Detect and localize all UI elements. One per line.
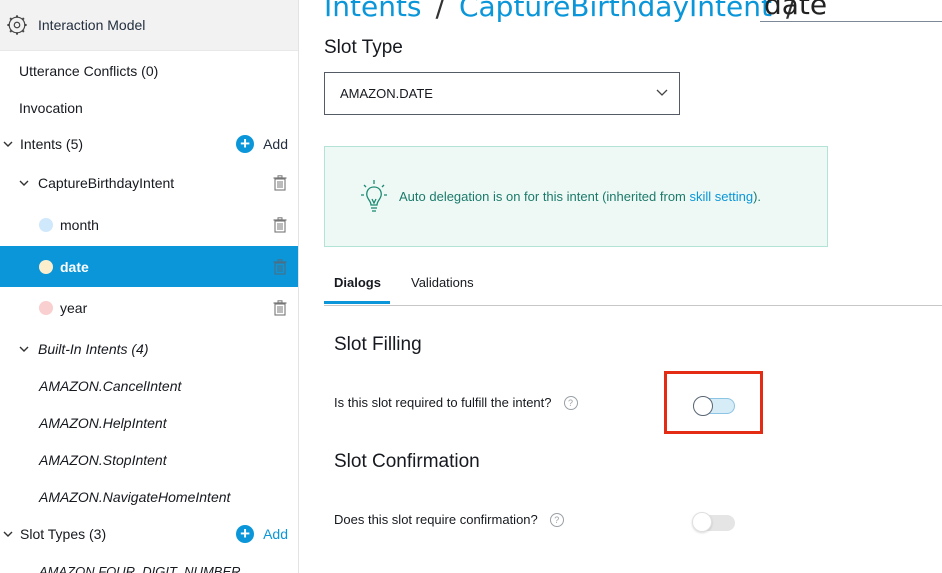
slot-confirmation-toggle[interactable] [692, 512, 735, 532]
tab-dialogs[interactable]: Dialogs [334, 275, 381, 290]
sidebar-item-label: Built-In Intents (4) [38, 341, 149, 357]
sidebar-item-invocation[interactable]: Invocation [0, 97, 298, 119]
sidebar-header[interactable]: Interaction Model [0, 0, 298, 51]
chevron-down-icon[interactable] [2, 528, 14, 540]
sidebar-item-label: AMAZON.NavigateHomeIntent [39, 489, 231, 505]
sidebar-item-label: AMAZON.StopIntent [39, 452, 167, 468]
slot-filling-title: Slot Filling [334, 334, 422, 355]
slot-type-select[interactable]: AMAZON.DATE [324, 72, 680, 115]
trash-icon[interactable] [273, 217, 287, 233]
active-tab-indicator [324, 301, 390, 304]
auto-delegation-text-before: Auto delegation is on for this intent (i… [399, 189, 690, 204]
trash-icon[interactable] [273, 175, 287, 191]
sidebar: Interaction Model Utterance Conflicts (0… [0, 0, 299, 573]
trash-icon[interactable] [273, 258, 287, 275]
sidebar-item-builtin[interactable]: AMAZON.HelpIntent [0, 412, 298, 434]
chevron-down-icon[interactable] [2, 138, 14, 150]
sidebar-item-label: year [60, 300, 88, 316]
sidebar-item-slot-type[interactable]: AMAZON.FOUR_DIGIT_NUMBER [0, 560, 298, 573]
sidebar-item-label: Utterance Conflicts (0) [19, 63, 159, 79]
chevron-down-icon[interactable] [18, 177, 30, 189]
gear-icon [7, 15, 27, 35]
sidebar-item-label: date [60, 258, 89, 275]
sidebar-item-builtin[interactable]: AMAZON.NavigateHomeIntent [0, 486, 298, 508]
sidebar-header-title: Interaction Model [38, 17, 146, 33]
slot-confirmation-label: Does this slot require confirmation? [334, 512, 538, 527]
sidebar-item-label: month [60, 217, 99, 233]
toggle-knob [692, 512, 712, 532]
sidebar-item-label: Intents (5) [20, 136, 84, 152]
breadcrumb: Intents / CaptureBirthdayIntent / [324, 0, 809, 23]
sidebar-item-label: AMAZON.HelpIntent [39, 415, 167, 431]
sidebar-slot-date[interactable]: date [0, 246, 298, 287]
slot-required-question: Is this slot required to fulfill the int… [334, 395, 578, 410]
slot-color-dot [39, 218, 53, 232]
plus-circle-icon: + [236, 525, 255, 543]
plus-circle-icon: + [236, 135, 255, 153]
sidebar-item-builtin-intents[interactable]: Built-In Intents (4) [0, 338, 298, 360]
help-icon[interactable]: ? [549, 512, 564, 527]
slot-type-title: Slot Type [324, 37, 403, 58]
sidebar-item-slot-types[interactable]: Slot Types (3) + Add [0, 523, 298, 545]
slot-confirmation-title: Slot Confirmation [334, 451, 480, 472]
sidebar-item-intents[interactable]: Intents (5) + Add [0, 133, 298, 155]
sidebar-item-label: AMAZON.CancelIntent [39, 378, 182, 394]
breadcrumb-intent-link[interactable]: CaptureBirthdayIntent [459, 0, 772, 23]
sidebar-item-capture-birthday-intent[interactable]: CaptureBirthdayIntent [0, 172, 298, 194]
trash-icon[interactable] [273, 300, 287, 316]
chevron-down-icon[interactable] [18, 343, 30, 355]
lightbulb-icon [361, 179, 387, 212]
highlight-box [664, 371, 763, 434]
sidebar-item-label: AMAZON.FOUR_DIGIT_NUMBER [39, 563, 241, 573]
slot-required-label: Is this slot required to fulfill the int… [334, 395, 552, 410]
chevron-down-icon [656, 89, 668, 96]
sidebar-item-utterance-conflicts[interactable]: Utterance Conflicts (0) [0, 60, 298, 82]
sidebar-item-builtin[interactable]: AMAZON.CancelIntent [0, 375, 298, 397]
add-slot-type-label: Add [263, 526, 288, 542]
sidebar-item-builtin[interactable]: AMAZON.StopIntent [0, 449, 298, 471]
sidebar-item-label: CaptureBirthdayIntent [38, 175, 175, 191]
tab-validations[interactable]: Validations [411, 275, 474, 290]
slot-confirmation-question: Does this slot require confirmation? ? [334, 512, 564, 527]
slot-color-dot [39, 259, 53, 274]
add-intent-label: Add [263, 136, 288, 152]
sidebar-slot-year[interactable]: year [0, 297, 298, 319]
slot-type-selected-value: AMAZON.DATE [340, 86, 433, 101]
auto-delegation-notice: Auto delegation is on for this intent (i… [324, 146, 828, 247]
add-intent-button[interactable]: + Add [236, 135, 288, 153]
sidebar-item-label: Slot Types (3) [20, 526, 107, 542]
auto-delegation-text: Auto delegation is on for this intent (i… [399, 189, 761, 204]
tab-bar: Dialogs Validations [324, 268, 942, 306]
auto-delegation-text-after: ). [753, 189, 762, 204]
add-slot-type-button[interactable]: + Add [236, 525, 288, 543]
slot-color-dot [39, 301, 53, 315]
help-icon[interactable]: ? [563, 395, 578, 410]
skill-setting-link[interactable]: skill setting [690, 189, 754, 204]
sidebar-slot-month[interactable]: month [0, 214, 298, 236]
breadcrumb-intents-link[interactable]: Intents [324, 0, 422, 23]
sidebar-item-label: Invocation [19, 100, 83, 116]
breadcrumb-separator: / [435, 0, 445, 23]
slot-name-field[interactable]: date [760, 0, 942, 22]
